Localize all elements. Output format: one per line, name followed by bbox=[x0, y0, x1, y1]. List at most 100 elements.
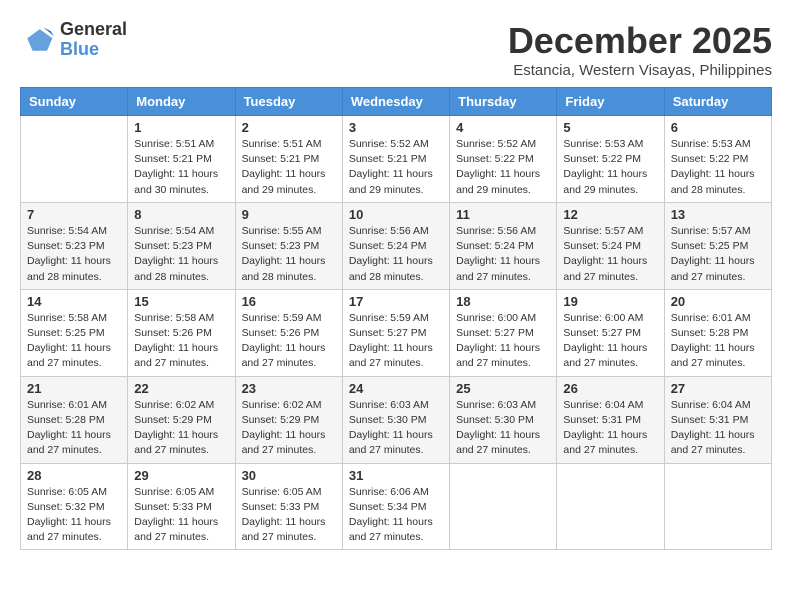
day-number: 26 bbox=[563, 381, 657, 396]
day-info: Sunrise: 6:03 AM Sunset: 5:30 PM Dayligh… bbox=[456, 398, 550, 459]
day-info: Sunrise: 6:05 AM Sunset: 5:33 PM Dayligh… bbox=[242, 485, 336, 546]
day-number: 11 bbox=[456, 207, 550, 222]
calendar-cell: 12 Sunrise: 5:57 AM Sunset: 5:24 PM Dayli… bbox=[557, 202, 664, 289]
day-info: Sunrise: 5:51 AM Sunset: 5:21 PM Dayligh… bbox=[242, 137, 336, 198]
day-number: 5 bbox=[563, 120, 657, 135]
day-info: Sunrise: 6:02 AM Sunset: 5:29 PM Dayligh… bbox=[134, 398, 228, 459]
day-info: Sunrise: 5:58 AM Sunset: 5:26 PM Dayligh… bbox=[134, 311, 228, 372]
day-number: 12 bbox=[563, 207, 657, 222]
day-info: Sunrise: 5:59 AM Sunset: 5:27 PM Dayligh… bbox=[349, 311, 443, 372]
day-number: 6 bbox=[671, 120, 765, 135]
day-info: Sunrise: 5:58 AM Sunset: 5:25 PM Dayligh… bbox=[27, 311, 121, 372]
calendar-week-row: 1 Sunrise: 5:51 AM Sunset: 5:21 PM Daylig… bbox=[21, 116, 772, 203]
day-info: Sunrise: 6:04 AM Sunset: 5:31 PM Dayligh… bbox=[563, 398, 657, 459]
day-number: 10 bbox=[349, 207, 443, 222]
day-number: 31 bbox=[349, 468, 443, 483]
day-number: 23 bbox=[242, 381, 336, 396]
day-info: Sunrise: 6:01 AM Sunset: 5:28 PM Dayligh… bbox=[671, 311, 765, 372]
day-info: Sunrise: 5:53 AM Sunset: 5:22 PM Dayligh… bbox=[563, 137, 657, 198]
day-number: 13 bbox=[671, 207, 765, 222]
calendar-cell bbox=[557, 463, 664, 550]
day-number: 16 bbox=[242, 294, 336, 309]
calendar-cell: 13 Sunrise: 5:57 AM Sunset: 5:25 PM Dayli… bbox=[664, 202, 771, 289]
day-number: 2 bbox=[242, 120, 336, 135]
day-number: 17 bbox=[349, 294, 443, 309]
weekday-header: Wednesday bbox=[342, 88, 449, 116]
day-info: Sunrise: 5:54 AM Sunset: 5:23 PM Dayligh… bbox=[27, 224, 121, 285]
calendar-cell: 1Sunrise: 5:51 AM Sunset: 5:21 PM Daylig… bbox=[128, 116, 235, 203]
calendar-cell: 15 Sunrise: 5:58 AM Sunset: 5:26 PM Dayli… bbox=[128, 289, 235, 376]
weekday-header: Monday bbox=[128, 88, 235, 116]
weekday-header: Sunday bbox=[21, 88, 128, 116]
day-number: 24 bbox=[349, 381, 443, 396]
calendar-cell: 14 Sunrise: 5:58 AM Sunset: 5:25 PM Dayli… bbox=[21, 289, 128, 376]
calendar-cell: 18Sunrise: 6:00 AM Sunset: 5:27 PM Dayli… bbox=[450, 289, 557, 376]
calendar-cell: 8Sunrise: 5:54 AM Sunset: 5:23 PM Daylig… bbox=[128, 202, 235, 289]
day-info: Sunrise: 5:54 AM Sunset: 5:23 PM Dayligh… bbox=[134, 224, 228, 285]
weekday-header: Saturday bbox=[664, 88, 771, 116]
calendar-cell: 25 Sunrise: 6:03 AM Sunset: 5:30 PM Dayli… bbox=[450, 376, 557, 463]
day-info: Sunrise: 5:59 AM Sunset: 5:26 PM Dayligh… bbox=[242, 311, 336, 372]
day-number: 27 bbox=[671, 381, 765, 396]
calendar-body: 1 Sunrise: 5:51 AM Sunset: 5:21 PM Daylig… bbox=[21, 116, 772, 550]
calendar-cell: 19Sunrise: 6:00 AM Sunset: 5:27 PM Dayli… bbox=[557, 289, 664, 376]
day-info: Sunrise: 6:00 AM Sunset: 5:27 PM Dayligh… bbox=[456, 311, 550, 372]
calendar-week-row: 7 Sunrise: 5:54 AM Sunset: 5:23 PM Daylig… bbox=[21, 202, 772, 289]
calendar-cell: 27 Sunrise: 6:04 AM Sunset: 5:31 PM Dayli… bbox=[664, 376, 771, 463]
calendar-cell: 11 Sunrise: 5:56 AM Sunset: 5:24 PM Dayli… bbox=[450, 202, 557, 289]
day-info: Sunrise: 5:56 AM Sunset: 5:24 PM Dayligh… bbox=[456, 224, 550, 285]
calendar-cell: 5 Sunrise: 5:53 AM Sunset: 5:22 PM Daylig… bbox=[557, 116, 664, 203]
day-number: 15 bbox=[134, 294, 228, 309]
page-header: General Blue December 2025 Estancia, Wes… bbox=[20, 20, 772, 79]
calendar-cell: 16 Sunrise: 5:59 AM Sunset: 5:26 PM Dayli… bbox=[235, 289, 342, 376]
calendar-cell: 22 Sunrise: 6:02 AM Sunset: 5:29 PM Dayli… bbox=[128, 376, 235, 463]
calendar-cell: 2 Sunrise: 5:51 AM Sunset: 5:21 PM Daylig… bbox=[235, 116, 342, 203]
calendar-cell: 3Sunrise: 5:52 AM Sunset: 5:21 PM Daylig… bbox=[342, 116, 449, 203]
calendar-cell: 23Sunrise: 6:02 AM Sunset: 5:29 PM Dayli… bbox=[235, 376, 342, 463]
logo: General Blue bbox=[20, 20, 127, 60]
day-number: 1 bbox=[134, 120, 228, 135]
calendar-week-row: 28Sunrise: 6:05 AM Sunset: 5:32 PM Dayli… bbox=[21, 463, 772, 550]
calendar-cell: 28Sunrise: 6:05 AM Sunset: 5:32 PM Dayli… bbox=[21, 463, 128, 550]
calendar-week-row: 21Sunrise: 6:01 AM Sunset: 5:28 PM Dayli… bbox=[21, 376, 772, 463]
logo-blue: Blue bbox=[60, 40, 127, 60]
calendar-cell bbox=[21, 116, 128, 203]
logo-general: General bbox=[60, 20, 127, 40]
day-number: 22 bbox=[134, 381, 228, 396]
day-info: Sunrise: 6:00 AM Sunset: 5:27 PM Dayligh… bbox=[563, 311, 657, 372]
day-number: 3 bbox=[349, 120, 443, 135]
day-info: Sunrise: 6:05 AM Sunset: 5:32 PM Dayligh… bbox=[27, 485, 121, 546]
calendar-cell: 10 Sunrise: 5:56 AM Sunset: 5:24 PM Dayli… bbox=[342, 202, 449, 289]
day-info: Sunrise: 6:06 AM Sunset: 5:34 PM Dayligh… bbox=[349, 485, 443, 546]
calendar-cell: 31 Sunrise: 6:06 AM Sunset: 5:34 PM Dayli… bbox=[342, 463, 449, 550]
calendar-cell: 4Sunrise: 5:52 AM Sunset: 5:22 PM Daylig… bbox=[450, 116, 557, 203]
day-info: Sunrise: 5:56 AM Sunset: 5:24 PM Dayligh… bbox=[349, 224, 443, 285]
calendar-cell: 30Sunrise: 6:05 AM Sunset: 5:33 PM Dayli… bbox=[235, 463, 342, 550]
day-info: Sunrise: 6:03 AM Sunset: 5:30 PM Dayligh… bbox=[349, 398, 443, 459]
day-info: Sunrise: 5:53 AM Sunset: 5:22 PM Dayligh… bbox=[671, 137, 765, 198]
calendar-cell: 7 Sunrise: 5:54 AM Sunset: 5:23 PM Daylig… bbox=[21, 202, 128, 289]
day-number: 20 bbox=[671, 294, 765, 309]
calendar-cell: 29 Sunrise: 6:05 AM Sunset: 5:33 PM Dayli… bbox=[128, 463, 235, 550]
logo-text: General Blue bbox=[60, 20, 127, 60]
day-number: 7 bbox=[27, 207, 121, 222]
day-number: 4 bbox=[456, 120, 550, 135]
day-info: Sunrise: 5:57 AM Sunset: 5:24 PM Dayligh… bbox=[563, 224, 657, 285]
day-number: 14 bbox=[27, 294, 121, 309]
title-block: December 2025 Estancia, Western Visayas,… bbox=[508, 20, 772, 79]
month-title: December 2025 bbox=[508, 20, 772, 62]
weekday-header: Tuesday bbox=[235, 88, 342, 116]
weekday-header: Thursday bbox=[450, 88, 557, 116]
day-number: 29 bbox=[134, 468, 228, 483]
calendar-cell: 20 Sunrise: 6:01 AM Sunset: 5:28 PM Dayli… bbox=[664, 289, 771, 376]
day-number: 25 bbox=[456, 381, 550, 396]
day-number: 21 bbox=[27, 381, 121, 396]
calendar-cell bbox=[450, 463, 557, 550]
day-info: Sunrise: 5:57 AM Sunset: 5:25 PM Dayligh… bbox=[671, 224, 765, 285]
day-info: Sunrise: 6:05 AM Sunset: 5:33 PM Dayligh… bbox=[134, 485, 228, 546]
calendar-header-row: SundayMondayTuesdayWednesdayThursdayFrid… bbox=[21, 88, 772, 116]
day-info: Sunrise: 5:55 AM Sunset: 5:23 PM Dayligh… bbox=[242, 224, 336, 285]
day-info: Sunrise: 6:04 AM Sunset: 5:31 PM Dayligh… bbox=[671, 398, 765, 459]
calendar-cell: 9Sunrise: 5:55 AM Sunset: 5:23 PM Daylig… bbox=[235, 202, 342, 289]
calendar-cell bbox=[664, 463, 771, 550]
